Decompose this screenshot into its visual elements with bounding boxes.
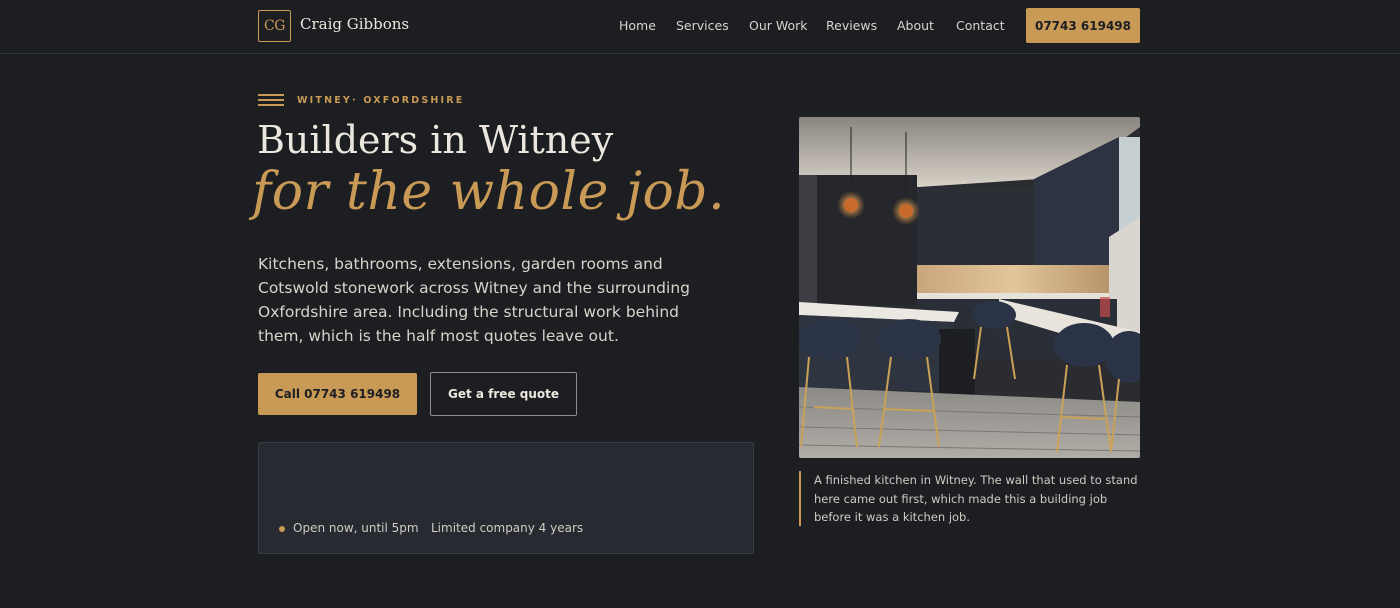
nav-reviews[interactable]: Reviews — [826, 18, 877, 33]
nav-home[interactable]: Home — [619, 18, 656, 33]
nav-our-work[interactable]: Our Work — [749, 18, 808, 33]
menu-lines-icon — [258, 94, 284, 106]
nav-services[interactable]: Services — [676, 18, 729, 33]
hero-lead: Kitchens, bathrooms, extensions, garden … — [258, 255, 690, 345]
kitchen-photo — [799, 117, 1140, 458]
nav-contact[interactable]: Contact — [956, 18, 1005, 33]
call-button[interactable]: Call 07743 619498 — [258, 373, 417, 415]
nav-about[interactable]: About — [897, 18, 934, 33]
header-phone-button[interactable]: 07743 619498 — [1026, 8, 1140, 43]
info-panel: Open now, until 5pm Limited company 4 ye… — [258, 442, 754, 554]
company-age: Limited company 4 years — [431, 521, 584, 535]
hero-title-accent: for the whole job. — [252, 162, 726, 222]
opening-status: Open now, until 5pm — [293, 521, 419, 535]
photo-caption: A finished kitchen in Witney. The wall t… — [799, 471, 1140, 526]
main-nav: Home Services Our Work Reviews About Con… — [0, 18, 1400, 36]
hero-title: Builders in Witney — [257, 118, 614, 162]
location-eyebrow: WITNEY· OXFORDSHIRE — [297, 95, 465, 106]
site-header: CG Craig Gibbons Home Services Our Work … — [0, 0, 1400, 54]
status-dot-icon — [279, 526, 285, 532]
free-quote-button[interactable]: Get a free quote — [430, 372, 577, 416]
